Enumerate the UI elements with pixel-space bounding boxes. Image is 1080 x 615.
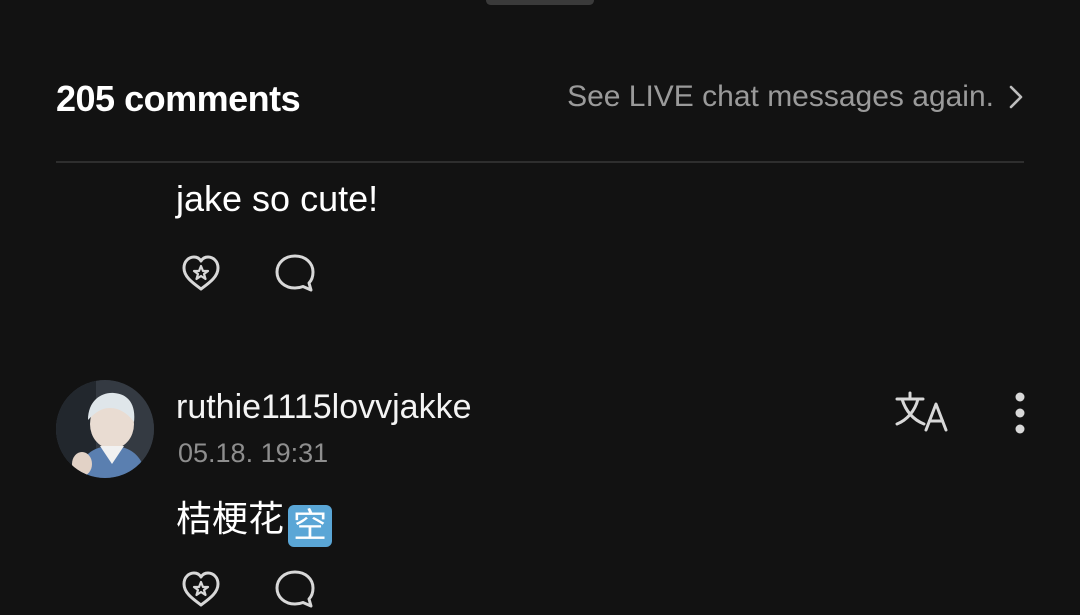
speech-bubble-icon [275, 254, 315, 292]
header-divider [56, 161, 1024, 163]
heart-star-icon [182, 571, 220, 607]
like-button[interactable] [178, 252, 224, 294]
comment-actions [178, 252, 318, 294]
speech-bubble-icon [275, 570, 315, 608]
comment-text: jake so cute! [176, 178, 379, 219]
more-options-button[interactable] [1004, 390, 1036, 438]
comment-actions [178, 568, 318, 610]
reply-button[interactable] [272, 568, 318, 610]
comment-text-body: 桔梗花 [176, 498, 285, 539]
comment-text: 桔梗花空 [176, 490, 333, 547]
drag-handle[interactable] [486, 0, 594, 5]
avatar[interactable] [56, 380, 154, 478]
comment-username[interactable]: ruthie1115lovvjakke [176, 388, 471, 427]
translate-icon [895, 391, 948, 432]
see-live-chat-label: See LIVE chat messages again. [567, 80, 994, 113]
see-live-chat-link[interactable]: See LIVE chat messages again. [567, 80, 1024, 114]
avatar-image [56, 380, 154, 478]
chevron-right-icon [1009, 85, 1023, 109]
comment-timestamp: 05.18. 19:31 [178, 438, 329, 468]
translate-button[interactable] [894, 390, 952, 434]
emoji-kong: 空 [288, 505, 333, 547]
like-button[interactable] [178, 568, 224, 610]
comment-count: 205 comments [56, 78, 301, 119]
heart-star-icon [182, 255, 220, 291]
more-vertical-icon [1015, 392, 1025, 434]
reply-button[interactable] [272, 252, 318, 294]
